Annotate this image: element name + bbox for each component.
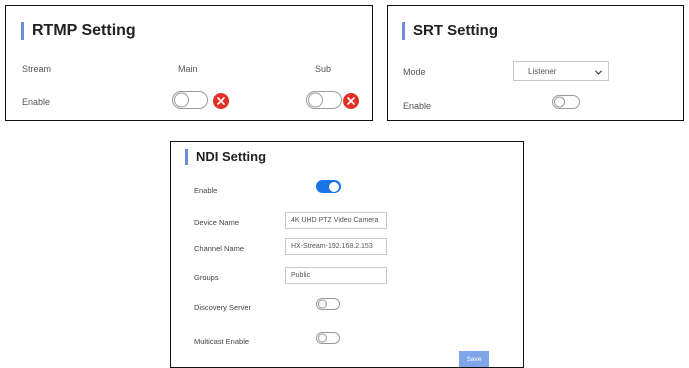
remove-icon <box>217 97 225 105</box>
ndi-enable-toggle[interactable] <box>316 180 341 193</box>
toggle-knob <box>174 92 189 108</box>
discovery-server-label: Discovery Server <box>194 303 252 312</box>
rtmp-sub-enable-toggle[interactable] <box>306 91 342 109</box>
rtmp-main-enable-toggle[interactable] <box>172 91 208 109</box>
channel-name-input[interactable]: HX-Stream-192.168.2.153 <box>285 238 387 255</box>
toggle-knob <box>308 92 323 108</box>
mode-select[interactable]: Listener <box>513 61 609 81</box>
toggle-knob <box>554 96 565 108</box>
device-name-input[interactable]: 4K UHD PTZ Video Camera <box>285 212 387 229</box>
srt-setting-panel: SRT Setting Mode Listener Enable <box>387 5 684 121</box>
chevron-down-icon <box>595 70 602 75</box>
device-name-label: Device Name <box>194 218 240 227</box>
srt-enable-toggle[interactable] <box>552 95 580 109</box>
sub-label: Sub <box>315 64 332 74</box>
ndi-setting-panel: NDI Setting Enable Device Name 4K UHD PT… <box>170 141 524 368</box>
multicast-enable-label: Multicast Enable <box>194 337 250 346</box>
channel-name-label: Channel Name <box>194 244 245 253</box>
main-label: Main <box>178 64 198 74</box>
enable-label: Enable <box>403 101 432 111</box>
toggle-knob <box>318 333 327 343</box>
multicast-enable-toggle[interactable] <box>316 332 340 344</box>
rtmp-setting-title: RTMP Setting <box>21 22 136 40</box>
toggle-knob <box>329 181 339 192</box>
mode-select-value: Listener <box>528 66 557 76</box>
stream-label: Stream <box>22 64 52 74</box>
discovery-server-toggle[interactable] <box>316 298 340 310</box>
rtmp-sub-remove-button[interactable] <box>343 93 359 109</box>
ndi-setting-title: NDI Setting <box>185 149 266 165</box>
enable-label: Enable <box>22 97 51 107</box>
mode-label: Mode <box>403 67 426 77</box>
groups-input[interactable]: Public <box>285 267 387 284</box>
toggle-knob <box>318 299 327 309</box>
rtmp-main-remove-button[interactable] <box>213 93 229 109</box>
remove-icon <box>347 97 355 105</box>
rtmp-setting-panel: RTMP Setting Stream Main Sub Enable <box>5 5 373 121</box>
srt-setting-title: SRT Setting <box>402 22 498 40</box>
groups-label: Groups <box>194 273 219 282</box>
save-button[interactable]: Save <box>459 351 489 367</box>
ndi-enable-label: Enable <box>194 186 218 195</box>
